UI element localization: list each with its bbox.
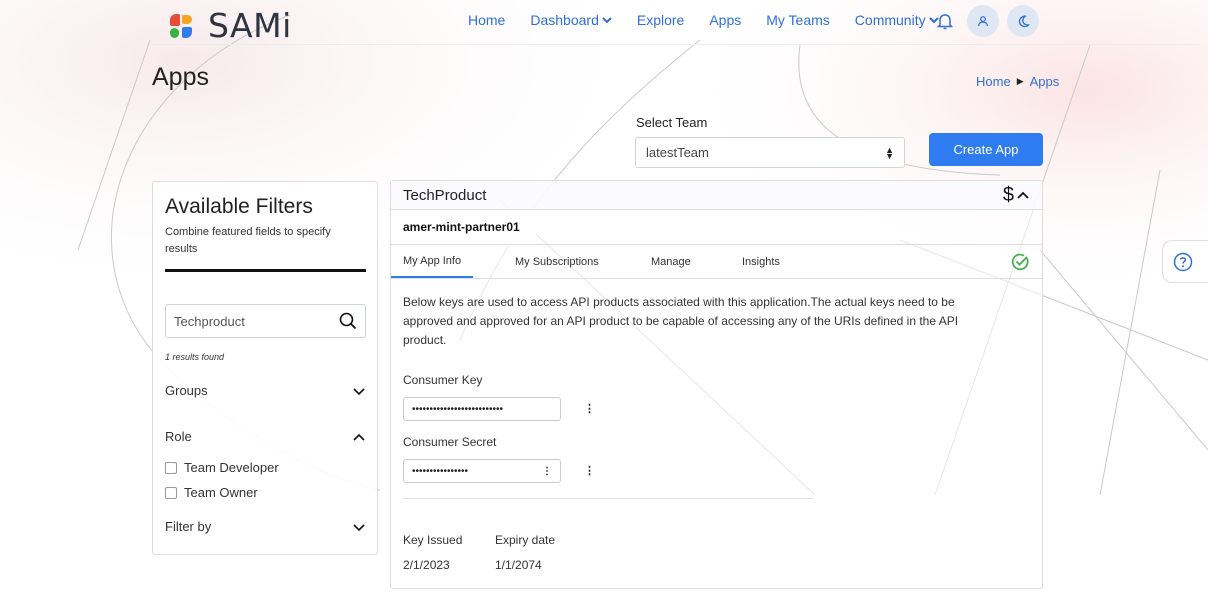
role-team-developer-checkbox[interactable]: Team Developer [165, 460, 279, 475]
breadcrumb-current[interactable]: Apps [1030, 74, 1060, 89]
team-select[interactable]: latestTeam ▲ ▼ [635, 137, 905, 168]
nav-community-label: Community [854, 12, 926, 28]
product-header[interactable]: TechProduct $ [391, 181, 1042, 210]
nav-apps[interactable]: Apps [709, 12, 741, 28]
copy-key-icon[interactable]: ⋮ [584, 402, 595, 415]
header-divider [150, 44, 1200, 45]
breadcrumb-separator-icon: ▶ [1016, 76, 1024, 86]
moon-icon[interactable] [1007, 5, 1039, 37]
chevron-up-icon [353, 433, 365, 441]
filters-divider [165, 269, 366, 272]
consumer-key-label: Consumer Key [403, 373, 483, 387]
tab-manage[interactable]: Manage [651, 245, 691, 278]
app-tabs: My App Info My Subscriptions Manage Insi… [391, 244, 1042, 279]
chevron-down-icon [602, 17, 612, 24]
chevron-down-icon [353, 387, 365, 395]
filters-panel: Available Filters Combine featured field… [152, 181, 378, 555]
nav-my-teams-label: My Teams [766, 12, 830, 28]
app-card: TechProduct $ amer-mint-partner01 My App… [390, 180, 1043, 589]
expiry-date-value: 1/1/2074 [495, 558, 542, 572]
tab-my-app-info[interactable]: My App Info [391, 245, 474, 278]
header-actions [931, 5, 1039, 37]
page-title: Apps [152, 63, 209, 91]
nav-my-teams[interactable]: My Teams [766, 12, 830, 28]
check-circle-icon [1011, 253, 1029, 271]
sort-arrows-icon: ▲ ▼ [885, 144, 894, 161]
role-team-developer-label: Team Developer [184, 460, 279, 475]
filter-search-value: Techproduct [174, 313, 245, 329]
filter-role-label: Role [165, 429, 192, 444]
breadcrumb-home[interactable]: Home [976, 74, 1011, 89]
nav-explore[interactable]: Explore [637, 12, 684, 28]
filter-by-toggle[interactable]: Filter by [165, 519, 366, 534]
tab-my-subscriptions-label: My Subscriptions [515, 255, 599, 268]
main-nav: Home Dashboard Explore Apps My Teams Com… [468, 12, 964, 28]
expiry-date-label: Expiry date [495, 533, 556, 547]
filter-role-toggle[interactable]: Role [165, 429, 366, 444]
filter-groups-toggle[interactable]: Groups [165, 383, 366, 398]
filters-subtitle: Combine featured fields to specify resul… [165, 226, 331, 255]
nav-apps-label: Apps [709, 12, 742, 28]
nav-home-label: Home [468, 12, 506, 28]
nav-dashboard[interactable]: Dashboard [530, 12, 612, 28]
filters-title: Available Filters [165, 195, 313, 218]
brand-logo[interactable]: SAMi [168, 6, 292, 45]
nav-home[interactable]: Home [468, 12, 505, 28]
consumer-secret-value: •••••••••••••••• [412, 465, 469, 477]
help-icon [1173, 252, 1193, 271]
key-issued-label: Key Issued [403, 533, 463, 547]
filter-groups-label: Groups [165, 383, 208, 398]
filter-search-input[interactable]: Techproduct [165, 304, 366, 338]
text-cursor-icon: ⋮ [542, 465, 552, 477]
filter-by-label: Filter by [165, 519, 212, 534]
logo-icon [168, 12, 194, 40]
chevron-down-icon [353, 523, 365, 531]
create-app-button[interactable]: Create App [929, 133, 1043, 166]
tab-my-app-info-label: My App Info [403, 254, 462, 267]
bell-icon[interactable] [931, 5, 959, 37]
breadcrumb: Home ▶ Apps [976, 74, 1059, 89]
consumer-key-value: •••••••••••••••••••••••••• [412, 403, 504, 415]
select-team-label: Select Team [636, 115, 708, 130]
copy-secret-icon[interactable]: ⋮ [584, 464, 595, 477]
keys-description: Below keys are used to access API produc… [403, 295, 959, 347]
chevron-up-icon[interactable] [1016, 188, 1030, 202]
tab-manage-label: Manage [651, 255, 691, 268]
consumer-key-field[interactable]: •••••••••••••••••••••••••• [403, 397, 561, 421]
checkbox-icon[interactable] [165, 461, 177, 474]
search-icon[interactable] [339, 312, 357, 330]
key-issued-value: 2/1/2023 [403, 558, 450, 572]
consumer-secret-label: Consumer Secret [403, 435, 497, 449]
tab-insights[interactable]: Insights [742, 245, 780, 278]
nav-community[interactable]: Community [855, 12, 939, 28]
tab-insights-label: Insights [742, 255, 780, 268]
role-team-owner-checkbox[interactable]: Team Owner [165, 485, 258, 500]
nav-explore-label: Explore [636, 12, 685, 28]
team-select-value: latestTeam [646, 145, 709, 160]
help-button[interactable] [1162, 240, 1208, 283]
results-count: 1 results found [165, 352, 225, 362]
checkbox-icon[interactable] [165, 486, 177, 499]
section-divider [403, 498, 813, 499]
product-name: TechProduct [403, 186, 487, 204]
app-name: amer-mint-partner01 [391, 210, 536, 244]
nav-dashboard-label: Dashboard [530, 12, 599, 28]
dollar-icon: $ [1002, 183, 1014, 206]
tab-my-subscriptions[interactable]: My Subscriptions [515, 245, 599, 278]
role-team-owner-label: Team Owner [184, 485, 258, 500]
user-icon[interactable] [967, 5, 999, 37]
brand-name: SAMi [208, 6, 292, 45]
consumer-secret-field[interactable]: •••••••••••••••• ⋮ [403, 459, 561, 483]
